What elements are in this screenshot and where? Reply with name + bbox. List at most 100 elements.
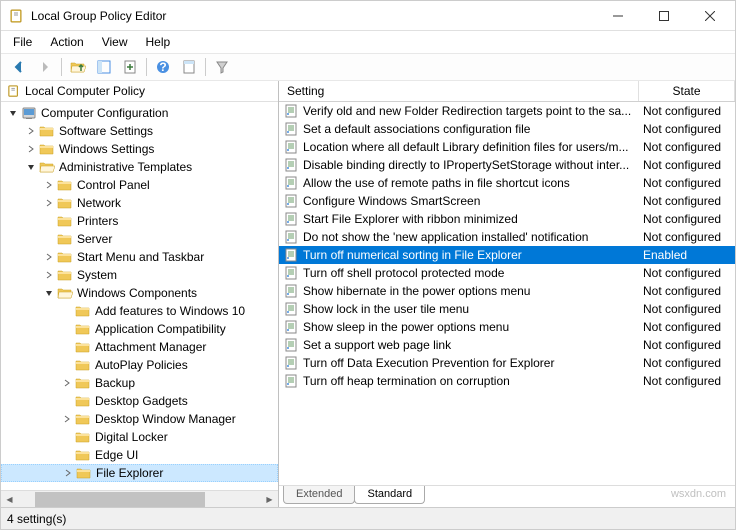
- tree-node[interactable]: Network: [1, 194, 278, 212]
- expand-icon[interactable]: [41, 195, 57, 211]
- tree-node[interactable]: Control Panel: [1, 176, 278, 194]
- menu-file[interactable]: File: [5, 33, 40, 51]
- close-button[interactable]: [687, 1, 733, 31]
- policy-icon: [283, 283, 299, 299]
- policy-icon: [283, 121, 299, 137]
- scroll-right-button[interactable]: ▶: [261, 491, 278, 508]
- tree-node[interactable]: Server: [1, 230, 278, 248]
- minimize-button[interactable]: [595, 1, 641, 31]
- tree-node[interactable]: System: [1, 266, 278, 284]
- tree-node-label: Administrative Templates: [59, 160, 192, 174]
- policy-icon: [283, 355, 299, 371]
- list-row[interactable]: Show hibernate in the power options menu…: [279, 282, 735, 300]
- filter-button[interactable]: [210, 55, 234, 79]
- folder-up-button[interactable]: [66, 55, 90, 79]
- help-button[interactable]: ?: [151, 55, 175, 79]
- list-row[interactable]: Turn off shell protocol protected modeNo…: [279, 264, 735, 282]
- tab-standard[interactable]: Standard: [354, 486, 425, 504]
- expand-icon[interactable]: [41, 177, 57, 193]
- toolbar-separator: [146, 58, 147, 76]
- folder-icon: [57, 249, 73, 265]
- state-label: Not configured: [639, 140, 735, 154]
- list-row[interactable]: Show lock in the user tile menuNot confi…: [279, 300, 735, 318]
- show-tree-button[interactable]: [92, 55, 116, 79]
- tree-node[interactable]: Start Menu and Taskbar: [1, 248, 278, 266]
- scroll-thumb[interactable]: [35, 492, 205, 507]
- scroll-left-button[interactable]: ◀: [1, 491, 18, 508]
- column-setting[interactable]: Setting: [279, 81, 639, 101]
- horizontal-scrollbar[interactable]: ◀ ▶: [1, 490, 278, 507]
- list-row[interactable]: Set a support web page linkNot configure…: [279, 336, 735, 354]
- tree-node[interactable]: Desktop Window Manager: [1, 410, 278, 428]
- tree-node[interactable]: Software Settings: [1, 122, 278, 140]
- list-row[interactable]: Turn off numerical sorting in File Explo…: [279, 246, 735, 264]
- main-pane: Local Computer Policy Computer Configura…: [1, 81, 735, 507]
- collapse-icon[interactable]: [23, 159, 39, 175]
- expand-icon[interactable]: [23, 141, 39, 157]
- tree-node-label: Backup: [95, 376, 135, 390]
- collapse-icon[interactable]: [5, 105, 21, 121]
- tree-node-label: Desktop Gadgets: [95, 394, 188, 408]
- list-row[interactable]: Set a default associations configuration…: [279, 120, 735, 138]
- expand-icon[interactable]: [60, 465, 76, 481]
- tree-pane: Local Computer Policy Computer Configura…: [1, 81, 279, 507]
- app-icon: [9, 8, 25, 24]
- setting-label: Disable binding directly to IPropertySet…: [303, 158, 629, 172]
- expand-icon[interactable]: [41, 249, 57, 265]
- expand-icon[interactable]: [41, 267, 57, 283]
- expand-icon[interactable]: [59, 411, 75, 427]
- expand-icon[interactable]: [23, 123, 39, 139]
- tree-node[interactable]: Attachment Manager: [1, 338, 278, 356]
- forward-button[interactable]: [33, 55, 57, 79]
- expand-icon[interactable]: [59, 375, 75, 391]
- expander-none: [59, 429, 75, 445]
- menu-view[interactable]: View: [94, 33, 136, 51]
- list-row[interactable]: Turn off heap termination on corruptionN…: [279, 372, 735, 390]
- folder-icon: [57, 195, 73, 211]
- tree-node-label: Digital Locker: [95, 430, 168, 444]
- list-row[interactable]: Do not show the 'new application install…: [279, 228, 735, 246]
- export-button[interactable]: [118, 55, 142, 79]
- list-row[interactable]: Show sleep in the power options menuNot …: [279, 318, 735, 336]
- folder-icon: [75, 303, 91, 319]
- list-row[interactable]: Allow the use of remote paths in file sh…: [279, 174, 735, 192]
- tree-node[interactable]: Backup: [1, 374, 278, 392]
- list-row[interactable]: Location where all default Library defin…: [279, 138, 735, 156]
- folder-icon: [57, 177, 73, 193]
- list-row[interactable]: Disable binding directly to IPropertySet…: [279, 156, 735, 174]
- column-state[interactable]: State: [639, 81, 735, 101]
- back-button[interactable]: [7, 55, 31, 79]
- tree-node[interactable]: Add features to Windows 10: [1, 302, 278, 320]
- menu-help[interactable]: Help: [138, 33, 179, 51]
- tree-node[interactable]: Administrative Templates: [1, 158, 278, 176]
- policy-icon: [283, 139, 299, 155]
- menu-action[interactable]: Action: [42, 33, 91, 51]
- collapse-icon[interactable]: [41, 285, 57, 301]
- tree-node[interactable]: AutoPlay Policies: [1, 356, 278, 374]
- properties-button[interactable]: [177, 55, 201, 79]
- tree-node-label: Attachment Manager: [95, 340, 206, 354]
- tab-extended[interactable]: Extended: [283, 486, 355, 504]
- tree-node-label: Computer Configuration: [41, 106, 168, 120]
- tree-node[interactable]: Desktop Gadgets: [1, 392, 278, 410]
- list-row[interactable]: Start File Explorer with ribbon minimize…: [279, 210, 735, 228]
- state-label: Not configured: [639, 356, 735, 370]
- tree-node[interactable]: Application Compatibility: [1, 320, 278, 338]
- expander-none: [59, 447, 75, 463]
- tree-node[interactable]: Edge UI: [1, 446, 278, 464]
- tree-node[interactable]: Printers: [1, 212, 278, 230]
- tree-node[interactable]: File Explorer: [1, 464, 278, 482]
- tree-body[interactable]: Computer ConfigurationSoftware SettingsW…: [1, 102, 278, 490]
- list-row[interactable]: Configure Windows SmartScreenNot configu…: [279, 192, 735, 210]
- list-row[interactable]: Turn off Data Execution Prevention for E…: [279, 354, 735, 372]
- tree-node[interactable]: Digital Locker: [1, 428, 278, 446]
- maximize-button[interactable]: [641, 1, 687, 31]
- window-title: Local Group Policy Editor: [31, 9, 595, 23]
- tree-node[interactable]: Computer Configuration: [1, 104, 278, 122]
- tree-node[interactable]: Windows Settings: [1, 140, 278, 158]
- list-body[interactable]: Verify old and new Folder Redirection ta…: [279, 102, 735, 485]
- menubar: File Action View Help: [1, 31, 735, 53]
- list-row[interactable]: Verify old and new Folder Redirection ta…: [279, 102, 735, 120]
- policy-icon: [283, 211, 299, 227]
- tree-node[interactable]: Windows Components: [1, 284, 278, 302]
